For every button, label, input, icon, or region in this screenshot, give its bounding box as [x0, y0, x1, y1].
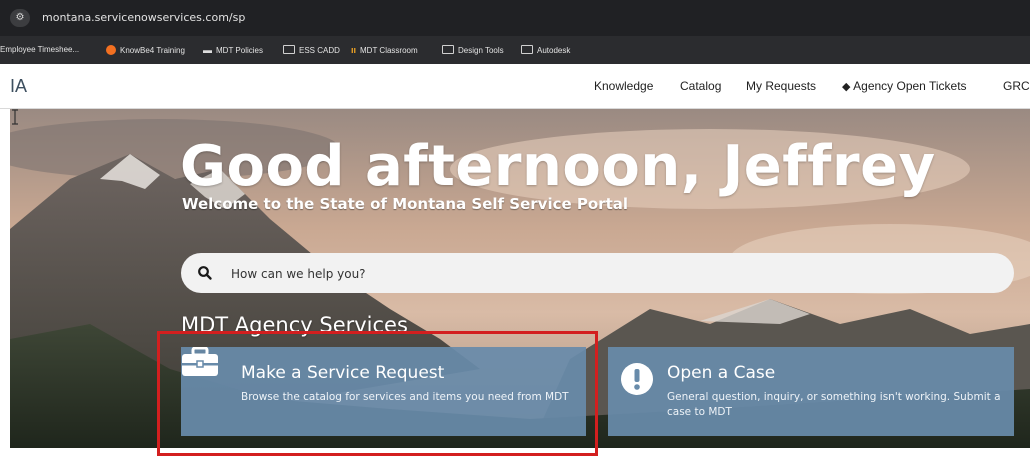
- search-icon: [198, 266, 212, 280]
- url-text[interactable]: montana.servicenowservices.com/sp: [42, 11, 245, 24]
- folder-icon: [442, 45, 454, 54]
- policies-icon: ▬: [203, 45, 212, 55]
- bookmark-mdt-classroom[interactable]: ıı MDT Classroom: [351, 45, 418, 55]
- folder-icon: [283, 45, 295, 54]
- card-title: Open a Case: [667, 363, 776, 383]
- card-description: General question, inquiry, or something …: [667, 391, 1001, 418]
- card-description: Browse the catalog for services and item…: [241, 391, 569, 403]
- open-a-case-card[interactable]: Open a Case General question, inquiry, o…: [608, 347, 1014, 436]
- nav-grc[interactable]: GRC: [1003, 79, 1030, 93]
- bookmark-design-tools[interactable]: Design Tools: [442, 45, 504, 55]
- nav-my-requests[interactable]: My Requests: [746, 79, 816, 93]
- bookmark-mdt-policies[interactable]: ▬ MDT Policies: [203, 45, 263, 55]
- welcome-subtitle: Welcome to the State of Montana Self Ser…: [182, 195, 629, 213]
- nav-catalog[interactable]: Catalog: [680, 79, 721, 93]
- brand-logo[interactable]: IA: [10, 76, 27, 97]
- nav-knowledge[interactable]: Knowledge: [594, 79, 653, 93]
- greeting-heading: Good afternoon, Jeffrey: [180, 134, 936, 199]
- search-input[interactable]: [229, 263, 933, 285]
- services-section-title: MDT Agency Services: [181, 313, 408, 337]
- browser-address-bar: ⚙ montana.servicenowservices.com/sp: [0, 0, 1030, 36]
- card-title: Make a Service Request: [241, 363, 445, 383]
- briefcase-icon: [182, 347, 218, 376]
- exclamation-icon: [621, 363, 653, 395]
- make-service-request-card[interactable]: Make a Service Request Browse the catalo…: [181, 347, 586, 436]
- site-settings-icon[interactable]: ⚙: [10, 9, 30, 27]
- hero-banner: Good afternoon, Jeffrey Welcome to the S…: [10, 109, 1030, 448]
- bookmark-ess-cadd[interactable]: ESS CADD: [283, 45, 340, 55]
- knowbe4-icon: [106, 45, 116, 55]
- folder-icon: [521, 45, 533, 54]
- portal-header: IA Knowledge Catalog My Requests ◆ Agenc…: [0, 64, 1030, 109]
- classroom-icon: ıı: [351, 45, 357, 55]
- bookmark-employee-timesheet[interactable]: Employee Timeshee...: [0, 45, 79, 54]
- bookmark-knowbe4-training[interactable]: KnowBe4 Training: [106, 45, 185, 55]
- bookmarks-bar: Employee Timeshee... KnowBe4 Training ▬ M…: [0, 36, 1030, 64]
- search-bar[interactable]: [181, 253, 1014, 293]
- bookmark-autodesk[interactable]: Autodesk: [521, 45, 570, 55]
- nav-agency-open-tickets[interactable]: ◆ Agency Open Tickets: [842, 79, 967, 93]
- text-cursor-icon: [12, 109, 18, 125]
- tag-icon: ◆: [842, 81, 851, 93]
